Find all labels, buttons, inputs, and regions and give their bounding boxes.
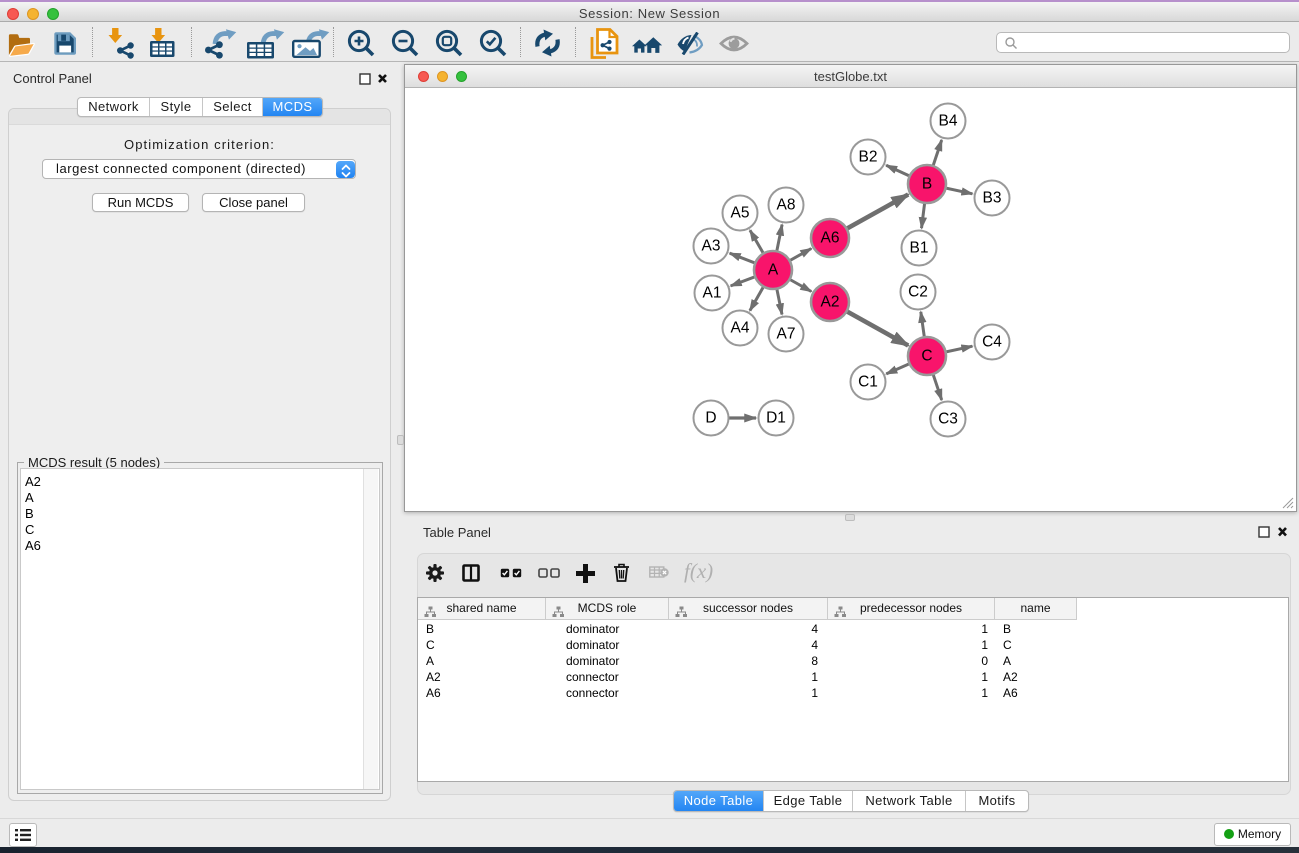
svg-text:A2: A2 <box>821 294 840 311</box>
svg-text:A4: A4 <box>731 320 750 337</box>
svg-text:C4: C4 <box>982 334 1002 351</box>
svg-text:B4: B4 <box>939 113 958 130</box>
svg-text:C3: C3 <box>938 411 958 428</box>
svg-text:B3: B3 <box>983 190 1002 207</box>
svg-text:A6: A6 <box>821 230 840 247</box>
svg-text:A3: A3 <box>702 238 721 255</box>
svg-text:D1: D1 <box>766 410 786 427</box>
svg-text:B1: B1 <box>910 240 929 257</box>
svg-text:C: C <box>921 348 932 365</box>
svg-text:D: D <box>705 410 716 427</box>
svg-text:A7: A7 <box>777 326 796 343</box>
svg-text:A1: A1 <box>703 285 722 302</box>
svg-text:C1: C1 <box>858 374 878 391</box>
svg-text:B2: B2 <box>859 149 878 166</box>
svg-text:A: A <box>768 262 779 279</box>
svg-text:A5: A5 <box>731 205 750 222</box>
svg-text:A8: A8 <box>777 197 796 214</box>
svg-text:B: B <box>922 176 932 193</box>
svg-text:C2: C2 <box>908 284 928 301</box>
